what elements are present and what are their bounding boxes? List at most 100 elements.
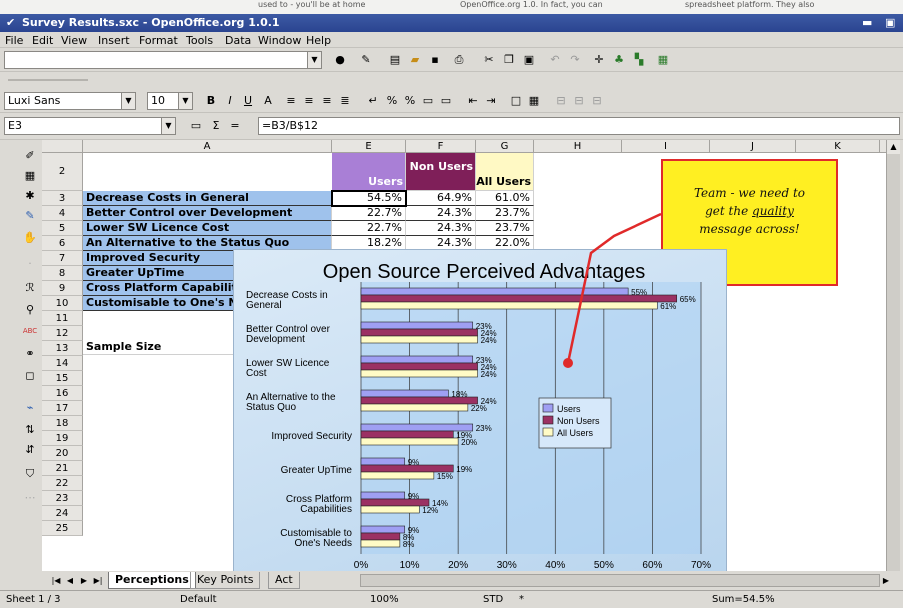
open-folder-icon[interactable]: ▰ bbox=[407, 52, 423, 68]
navigator-icon[interactable]: ✛ bbox=[591, 52, 607, 68]
row-header[interactable]: 18 bbox=[42, 416, 83, 431]
sort-descending-icon[interactable]: ⇵ bbox=[22, 442, 38, 458]
last-sheet-icon[interactable]: ▶| bbox=[90, 573, 106, 589]
name-box[interactable]: E3 ▼ bbox=[4, 117, 176, 135]
justify-icon[interactable]: ≣ bbox=[337, 93, 353, 109]
currency-icon[interactable]: ↵ bbox=[365, 93, 381, 109]
function-wizard-icon[interactable]: ▭ bbox=[188, 118, 204, 134]
row-header[interactable]: 9 bbox=[42, 281, 83, 296]
users-value-cell[interactable]: 22.7% bbox=[332, 206, 406, 221]
chevron-down-icon[interactable]: ▼ bbox=[307, 52, 321, 68]
row-label-cell[interactable]: Lower SW Licence Cost bbox=[83, 221, 332, 236]
row-header[interactable]: 15 bbox=[42, 371, 83, 386]
row-header[interactable]: 23 bbox=[42, 491, 83, 506]
redo-icon[interactable]: ↷ bbox=[567, 52, 583, 68]
delete-decimal-icon[interactable]: ▭ bbox=[438, 93, 454, 109]
status-insert-mode[interactable]: STD bbox=[483, 594, 503, 605]
menu-file[interactable]: File bbox=[5, 34, 23, 47]
menu-edit[interactable]: Edit bbox=[32, 34, 53, 47]
column-header-f[interactable]: F bbox=[406, 140, 476, 153]
font-name-combo[interactable]: Luxi Sans ▼ bbox=[4, 92, 136, 110]
scroll-up-icon[interactable]: ▲ bbox=[887, 140, 900, 154]
tab-perceptions[interactable]: Perceptions bbox=[108, 572, 196, 589]
column-header-e[interactable]: E bbox=[332, 140, 406, 153]
paste-icon[interactable]: ▣ bbox=[521, 52, 537, 68]
url-combobox[interactable]: ▼ bbox=[4, 51, 322, 69]
non-users-value-cell[interactable]: 24.3% bbox=[406, 206, 476, 221]
non-users-value-cell[interactable]: 24.3% bbox=[406, 221, 476, 236]
horizontal-scrollbar[interactable] bbox=[360, 574, 880, 587]
cell-f2[interactable]: Non Users bbox=[406, 153, 476, 191]
bold-icon[interactable]: B bbox=[203, 93, 219, 109]
increase-indent-icon[interactable]: ⇥ bbox=[483, 93, 499, 109]
minimize-icon[interactable]: ▬ bbox=[862, 16, 872, 29]
find-icon[interactable]: ⚭ bbox=[22, 346, 38, 362]
row-header[interactable]: 21 bbox=[42, 461, 83, 476]
status-page-style[interactable]: Default bbox=[180, 594, 217, 605]
row-header[interactable]: 11 bbox=[42, 311, 83, 326]
save-icon[interactable]: ▪ bbox=[427, 52, 443, 68]
data-sources-icon[interactable]: ▦ bbox=[655, 52, 671, 68]
all-users-value-cell[interactable]: 23.7% bbox=[476, 221, 534, 236]
row-header[interactable]: 6 bbox=[42, 236, 83, 251]
chevron-down-icon[interactable]: ▼ bbox=[161, 118, 175, 134]
more-tools-icon[interactable]: ⋯ bbox=[22, 490, 38, 506]
add-decimal-icon[interactable]: ▭ bbox=[420, 93, 436, 109]
chart-object[interactable]: Open Source Perceived Advantages Decreas… bbox=[233, 249, 727, 577]
chart-icon[interactable]: ⌁ bbox=[22, 400, 38, 416]
row-header[interactable]: 10 bbox=[42, 296, 83, 311]
scroll-right-icon[interactable]: ▶ bbox=[878, 573, 894, 589]
window-titlebar[interactable]: ✔ Survey Results.sxc - OpenOffice.org 1.… bbox=[0, 14, 903, 32]
column-header-i[interactable]: I bbox=[622, 140, 710, 153]
underline-icon[interactable]: U bbox=[240, 93, 256, 109]
menu-tools[interactable]: Tools bbox=[186, 34, 213, 47]
text-direction-2-icon[interactable]: ⊟ bbox=[571, 93, 587, 109]
window-menu-icon[interactable]: ✔ bbox=[6, 16, 15, 29]
insert-object-icon[interactable]: ✱ bbox=[22, 188, 38, 204]
copy-icon[interactable]: ❐ bbox=[501, 52, 517, 68]
sum-icon[interactable]: Σ bbox=[208, 118, 224, 134]
row-header[interactable]: 17 bbox=[42, 401, 83, 416]
non-users-value-cell[interactable]: 64.9% bbox=[406, 191, 476, 206]
row-header[interactable]: 5 bbox=[42, 221, 83, 236]
undo-icon[interactable]: ↶ bbox=[547, 52, 563, 68]
menu-data[interactable]: Data bbox=[225, 34, 251, 47]
all-users-value-cell[interactable]: 61.0% bbox=[476, 191, 534, 206]
row-header[interactable]: 24 bbox=[42, 506, 83, 521]
row-header[interactable]: 8 bbox=[42, 266, 83, 281]
decrease-indent-icon[interactable]: ⇤ bbox=[465, 93, 481, 109]
row-header[interactable]: 2 bbox=[42, 153, 83, 191]
edit-file-icon[interactable]: ✎ bbox=[358, 52, 374, 68]
column-header-g[interactable]: G bbox=[476, 140, 534, 153]
row-label-cell[interactable]: Better Control over Development bbox=[83, 206, 332, 221]
toolbar-grip[interactable] bbox=[8, 79, 88, 81]
cell-e2[interactable]: Users bbox=[332, 153, 406, 191]
row-header[interactable]: 20 bbox=[42, 446, 83, 461]
cell-g2[interactable]: All Users bbox=[476, 153, 534, 191]
column-header-h[interactable]: H bbox=[534, 140, 622, 153]
menu-format[interactable]: Format bbox=[139, 34, 178, 47]
vertical-scrollbar[interactable]: ▲ bbox=[886, 140, 900, 571]
row-header[interactable]: 4 bbox=[42, 206, 83, 221]
percent-icon[interactable]: % bbox=[384, 93, 400, 109]
auto-spellcheck-icon[interactable]: · bbox=[22, 256, 38, 272]
row-header[interactable]: 13 bbox=[42, 341, 83, 356]
menu-view[interactable]: View bbox=[61, 34, 87, 47]
menu-window[interactable]: Window bbox=[258, 34, 301, 47]
menu-help[interactable]: Help bbox=[306, 34, 331, 47]
tab-key-points[interactable]: Key Points bbox=[190, 572, 261, 589]
row-header[interactable]: 3 bbox=[42, 191, 83, 206]
print-icon[interactable]: ⎙ bbox=[451, 52, 467, 68]
tab-act[interactable]: Act bbox=[268, 572, 300, 589]
users-value-cell[interactable]: 22.7% bbox=[332, 221, 406, 236]
align-right-icon[interactable]: ≡ bbox=[319, 93, 335, 109]
borders-icon[interactable]: □ bbox=[508, 93, 524, 109]
align-left-icon[interactable]: ≡ bbox=[283, 93, 299, 109]
sort-ascending-icon[interactable]: ⇅ bbox=[22, 422, 38, 438]
stop-icon[interactable]: ● bbox=[332, 52, 348, 68]
insert-icon[interactable]: ✐ bbox=[22, 148, 38, 164]
background-color-icon[interactable]: ▦ bbox=[526, 93, 542, 109]
chevron-down-icon[interactable]: ▼ bbox=[121, 93, 135, 109]
stylist-icon[interactable]: ♣ bbox=[611, 52, 627, 68]
align-center-icon[interactable]: ≡ bbox=[301, 93, 317, 109]
